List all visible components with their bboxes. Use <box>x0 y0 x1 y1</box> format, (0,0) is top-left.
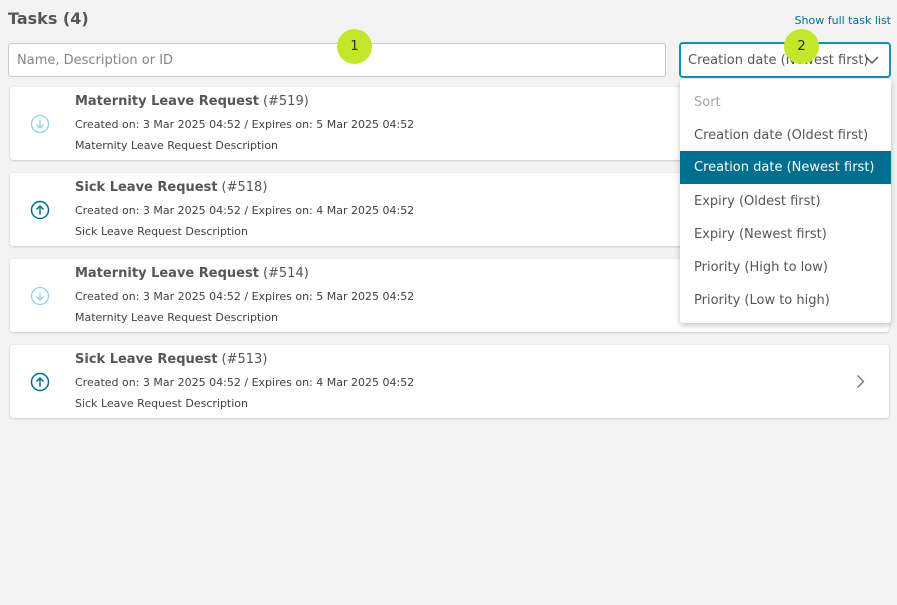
sort-option-creation-oldest[interactable]: Creation date (Oldest first) <box>680 119 891 152</box>
chevron-right-icon[interactable] <box>856 374 865 389</box>
chevron-down-icon <box>865 56 879 65</box>
page-title: Tasks (4) <box>8 9 89 28</box>
sort-option-expiry-oldest[interactable]: Expiry (Oldest first) <box>680 185 891 218</box>
task-id: (#519) <box>262 94 309 109</box>
task-id: (#518) <box>221 180 268 195</box>
task-description: Maternity Leave Request Description <box>75 311 279 324</box>
sort-option-priority-high-low[interactable]: Priority (High to low) <box>680 251 891 284</box>
task-title: Maternity Leave Request (#519) <box>75 94 309 109</box>
step-marker-2: 2 <box>784 29 819 64</box>
task-title: Sick Leave Request (#518) <box>75 180 267 195</box>
task-title: Sick Leave Request (#513) <box>75 352 267 367</box>
task-card[interactable]: Sick Leave Request (#513) Created on: 3 M… <box>10 345 889 418</box>
show-full-task-list-link[interactable]: Show full task list <box>795 14 891 27</box>
task-id: (#513) <box>221 352 268 367</box>
task-name: Maternity Leave Request <box>75 266 259 281</box>
task-name: Sick Leave Request <box>75 352 218 367</box>
sort-option-creation-newest[interactable]: Creation date (Newest first) <box>680 151 891 184</box>
arrow-down-circle-icon <box>30 286 50 306</box>
arrow-down-circle-icon <box>30 114 50 134</box>
task-id: (#514) <box>262 266 309 281</box>
task-dates: Created on: 3 Mar 2025 04:52 / Expires o… <box>75 376 415 389</box>
sort-selected-value: Creation date (Newest first) <box>688 52 869 68</box>
sort-menu-header: Sort <box>694 95 721 110</box>
task-dates: Created on: 3 Mar 2025 04:52 / Expires o… <box>75 290 415 303</box>
task-name: Maternity Leave Request <box>75 94 259 109</box>
task-name: Sick Leave Request <box>75 180 218 195</box>
step-marker-1: 1 <box>337 29 372 64</box>
task-description: Maternity Leave Request Description <box>75 139 279 152</box>
sort-option-priority-low-high[interactable]: Priority (Low to high) <box>680 284 891 317</box>
task-description: Sick Leave Request Description <box>75 225 248 238</box>
task-dates: Created on: 3 Mar 2025 04:52 / Expires o… <box>75 204 415 217</box>
arrow-up-circle-icon <box>30 200 50 220</box>
arrow-up-circle-icon <box>30 372 50 392</box>
task-title: Maternity Leave Request (#514) <box>75 266 309 281</box>
task-description: Sick Leave Request Description <box>75 397 248 410</box>
task-dates: Created on: 3 Mar 2025 04:52 / Expires o… <box>75 118 415 131</box>
sort-option-expiry-newest[interactable]: Expiry (Newest first) <box>680 218 891 251</box>
sort-dropdown-menu: Sort Creation date (Oldest first) Creati… <box>680 79 891 323</box>
